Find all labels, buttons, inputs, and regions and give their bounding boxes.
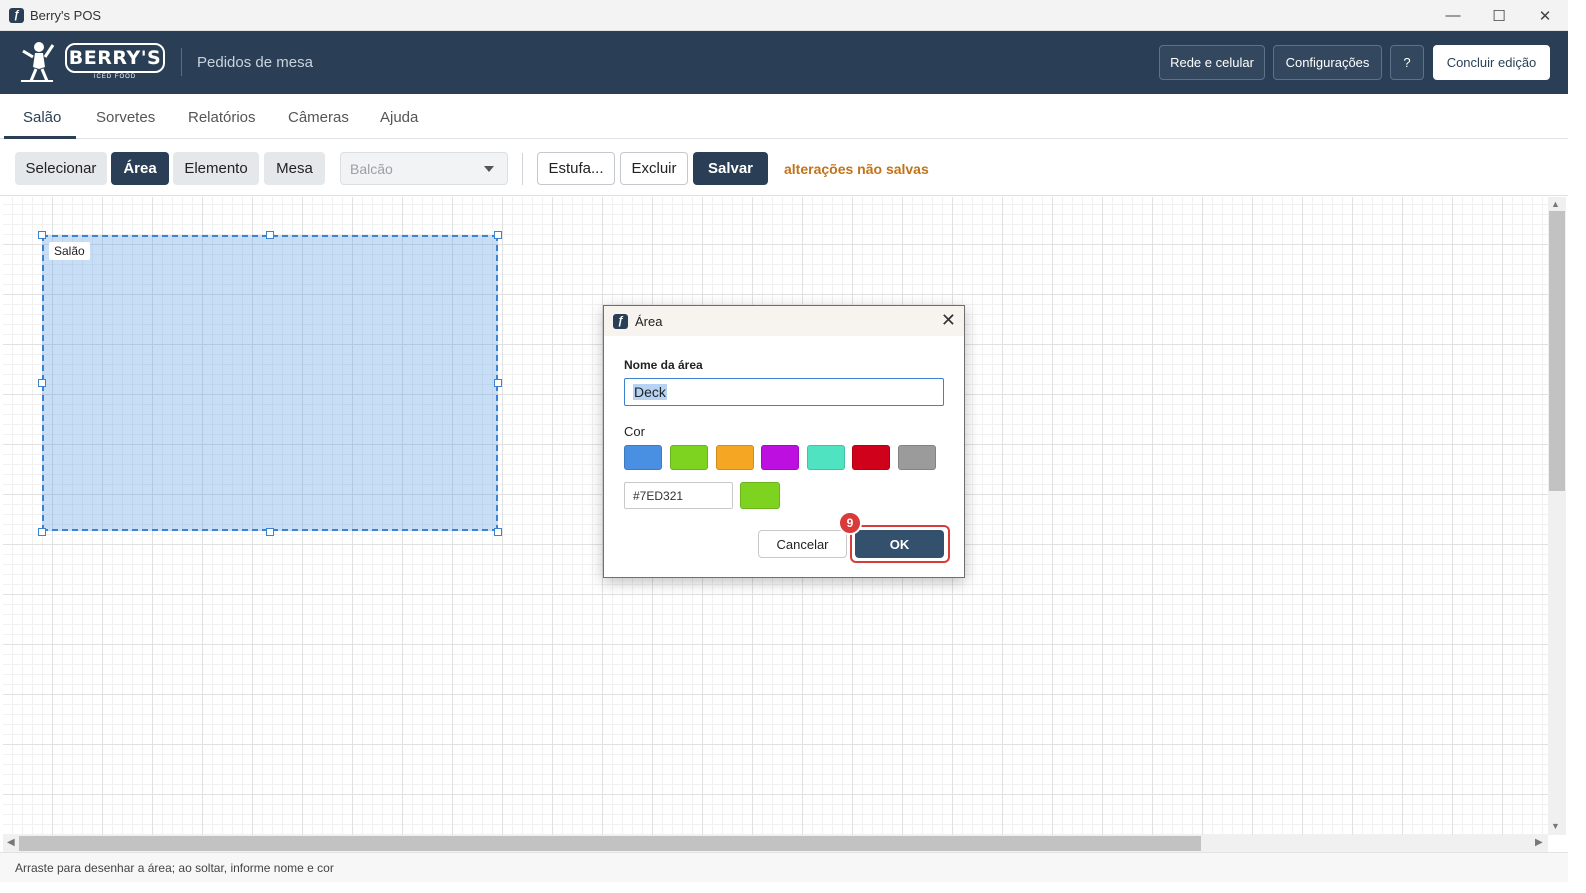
vertical-scroll-thumb[interactable] (1549, 211, 1565, 491)
dialog-title: Área (635, 313, 663, 329)
area-name-input[interactable]: Deck (624, 378, 944, 406)
resize-handle-ne[interactable] (494, 231, 502, 239)
horizontal-scroll-thumb[interactable] (19, 836, 1201, 851)
hex-color-input[interactable]: #7ED321 (624, 482, 733, 509)
table-tool-button[interactable]: Mesa (264, 152, 325, 185)
vertical-scrollbar[interactable]: ▲ ▼ (1548, 197, 1566, 835)
area-name-value: Deck (633, 384, 667, 400)
ok-button[interactable]: OK (855, 530, 944, 558)
element-tool-button[interactable]: Elemento (173, 152, 259, 185)
help-button[interactable]: ? (1390, 45, 1424, 80)
area-tool-button[interactable]: Área (111, 152, 169, 185)
window-titlebar: ƒ Berry's POS — ☐ ✕ (0, 0, 1568, 31)
settings-button[interactable]: Configurações (1273, 45, 1382, 80)
area-dialog: ƒ Área ✕ Nome da área Deck Cor #7ED321 C… (603, 305, 965, 578)
scroll-left-icon[interactable]: ◀ (7, 837, 15, 848)
chevron-down-icon (484, 166, 494, 172)
resize-handle-e[interactable] (494, 379, 502, 387)
editor-toolbar: Selecionar Área Elemento Mesa Balcão Est… (0, 139, 1568, 196)
status-text: Arraste para desenhar a área; ao soltar,… (15, 860, 334, 875)
step-badge: 9 (838, 511, 862, 535)
resize-handle-s[interactable] (266, 528, 274, 536)
logo-subtext: ICED FOOD (93, 74, 137, 80)
finish-edit-button[interactable]: Concluir edição (1433, 45, 1550, 80)
save-button[interactable]: Salvar (693, 152, 768, 185)
minimize-icon[interactable]: — (1430, 0, 1476, 31)
area-select-dropdown[interactable]: Balcão (340, 152, 508, 185)
color-swatch-red[interactable] (852, 445, 890, 470)
resize-handle-n[interactable] (266, 231, 274, 239)
tab-salao[interactable]: Salão (23, 109, 61, 126)
resize-handle-se[interactable] (494, 528, 502, 536)
scroll-down-icon[interactable]: ▼ (1551, 821, 1560, 831)
toolbar-divider (522, 153, 523, 185)
app-header: BERRY'S ICED FOOD Pedidos de mesa Rede e… (0, 31, 1568, 94)
hex-color-value: #7ED321 (633, 488, 684, 503)
close-icon[interactable]: ✕ (1522, 0, 1568, 31)
header-divider (181, 48, 182, 76)
scroll-right-icon[interactable]: ▶ (1535, 837, 1543, 848)
cancel-button[interactable]: Cancelar (758, 530, 847, 558)
berrys-app-icon: ƒ (613, 313, 628, 329)
area-label: Salão (49, 242, 90, 260)
tab-ajuda[interactable]: Ajuda (380, 109, 418, 126)
resize-handle-nw[interactable] (38, 231, 46, 239)
color-swatch-green[interactable] (670, 445, 708, 470)
resize-handle-w[interactable] (38, 379, 46, 387)
tab-relatorios[interactable]: Relatórios (188, 109, 256, 126)
berrys-app-icon: ƒ (9, 7, 24, 23)
area-select-value: Balcão (350, 160, 393, 177)
tab-sorvetes[interactable]: Sorvetes (96, 109, 155, 126)
dialog-titlebar: ƒ Área ✕ (604, 306, 964, 336)
color-label: Cor (624, 424, 645, 439)
color-swatch-teal[interactable] (807, 445, 845, 470)
color-preview (740, 482, 780, 509)
tab-cameras[interactable]: Câmeras (288, 109, 349, 126)
logo: BERRY'S (65, 43, 165, 73)
window-margin-bottom (0, 882, 1586, 893)
window-title: Berry's POS (30, 7, 102, 23)
area-shape-salao[interactable]: Salão (42, 235, 498, 531)
horizontal-scrollbar[interactable]: ◀ ▶ (3, 835, 1548, 852)
maximize-icon[interactable]: ☐ (1476, 0, 1522, 31)
scroll-up-icon[interactable]: ▲ (1551, 199, 1560, 209)
select-tool-button[interactable]: Selecionar (15, 152, 107, 185)
close-icon[interactable]: ✕ (941, 311, 956, 329)
color-swatch-purple[interactable] (761, 445, 799, 470)
color-swatch-blue[interactable] (624, 445, 662, 470)
page-subtitle: Pedidos de mesa (197, 54, 313, 71)
resize-handle-sw[interactable] (38, 528, 46, 536)
status-bar: Arraste para desenhar a área; ao soltar,… (0, 852, 1568, 882)
window-margin (1568, 0, 1586, 893)
stretch-button[interactable]: Estufa... (537, 152, 615, 185)
color-swatch-orange[interactable] (716, 445, 754, 470)
color-swatch-gray[interactable] (898, 445, 936, 470)
main-tabs: Salão Sorvetes Relatórios Câmeras Ajuda (0, 94, 1568, 139)
logo-figure-icon (21, 42, 55, 82)
delete-button[interactable]: Excluir (620, 152, 688, 185)
network-button[interactable]: Rede e celular (1159, 45, 1265, 80)
area-name-label: Nome da área (624, 358, 703, 372)
unsaved-changes-notice: alterações não salvas (784, 161, 929, 177)
